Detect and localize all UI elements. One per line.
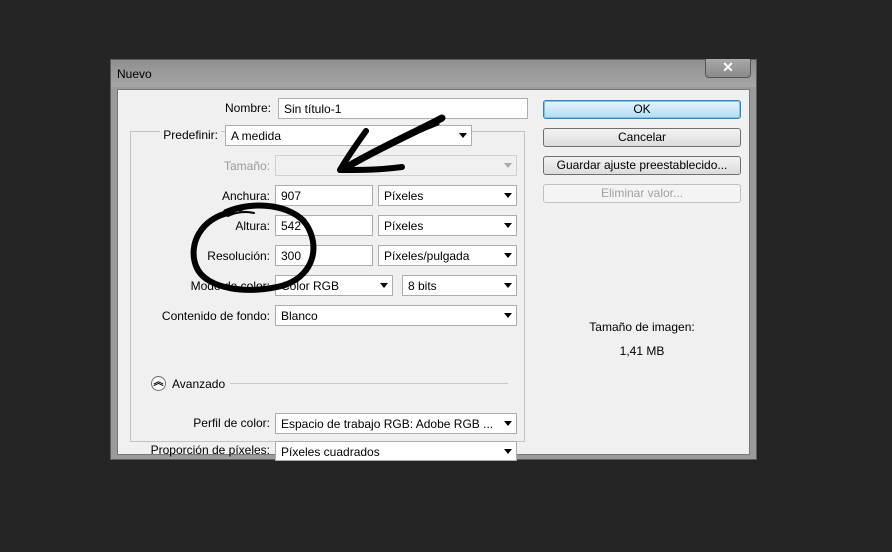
- avanzado-label[interactable]: Avanzado: [172, 377, 225, 391]
- chevron-down-icon: [380, 283, 388, 288]
- chevron-down-icon: [504, 421, 512, 426]
- cancel-button[interactable]: Cancelar: [543, 128, 741, 147]
- predefinir-value: A medida: [231, 129, 282, 143]
- resolucion-label: Resolución:: [207, 249, 270, 263]
- chevron-up-double-icon: ︽: [153, 377, 164, 388]
- dialog-title: Nuevo: [117, 67, 152, 81]
- perfil-color-label: Perfil de color:: [193, 416, 270, 430]
- tamano-label: Tamaño:: [223, 159, 270, 173]
- altura-input[interactable]: 542: [275, 215, 373, 236]
- anchura-value: 907: [281, 189, 302, 203]
- bits-select[interactable]: 8 bits: [402, 275, 517, 296]
- nombre-value: Sin título-1: [284, 102, 342, 116]
- nombre-label: Nombre:: [224, 101, 271, 115]
- contenido-fondo-value: Blanco: [281, 309, 318, 323]
- predefinir-label: Predefinir:: [160, 128, 221, 142]
- chevron-down-icon: [504, 449, 512, 454]
- altura-unit-select[interactable]: Píxeles: [378, 215, 517, 236]
- resolucion-input[interactable]: 300: [275, 245, 373, 266]
- resolucion-unit-select[interactable]: Píxeles/pulgada: [378, 245, 517, 266]
- chevron-down-icon: [504, 223, 512, 228]
- anchura-label: Anchura:: [221, 189, 270, 203]
- dialog-body: Nombre: Sin título-1 Predefinir: A medid…: [117, 89, 750, 461]
- modo-color-value: Color RGB: [281, 279, 340, 293]
- delete-preset-button: Eliminar valor...: [543, 184, 741, 203]
- modo-color-label: Modo de color:: [190, 279, 270, 293]
- perfil-color-value: Espacio de trabajo RGB: Adobe RGB ...: [281, 417, 494, 431]
- contenido-fondo-select[interactable]: Blanco: [275, 305, 517, 326]
- avanzado-divider: [230, 383, 508, 384]
- perfil-color-select[interactable]: Espacio de trabajo RGB: Adobe RGB ...: [275, 413, 517, 434]
- proporcion-pixeles-select[interactable]: Píxeles cuadrados: [275, 441, 517, 461]
- nombre-input[interactable]: Sin título-1: [278, 98, 528, 119]
- anchura-input[interactable]: 907: [275, 185, 373, 206]
- anchura-unit: Píxeles: [384, 189, 424, 203]
- bits-value: 8 bits: [408, 279, 437, 293]
- altura-label: Altura:: [235, 219, 270, 233]
- avanzado-toggle[interactable]: ︽: [151, 376, 166, 391]
- chevron-down-icon: [504, 253, 512, 258]
- resolucion-unit: Píxeles/pulgada: [384, 249, 470, 263]
- modo-color-select[interactable]: Color RGB: [275, 275, 393, 296]
- contenido-fondo-label: Contenido de fondo:: [161, 309, 270, 323]
- new-document-dialog: Nuevo ✕ Nombre: Sin título-1 Predefinir:…: [110, 59, 757, 461]
- chevron-down-icon: [504, 283, 512, 288]
- close-button[interactable]: ✕: [705, 59, 751, 78]
- altura-value: 542: [281, 219, 302, 233]
- title-bar[interactable]: Nuevo: [111, 60, 756, 87]
- chevron-down-icon: [504, 313, 512, 318]
- anchura-unit-select[interactable]: Píxeles: [378, 185, 517, 206]
- chevron-down-icon: [504, 193, 512, 198]
- chevron-down-icon: [504, 163, 512, 168]
- save-preset-button[interactable]: Guardar ajuste preestablecido...: [543, 156, 741, 175]
- resolucion-value: 300: [281, 249, 302, 263]
- ok-button[interactable]: OK: [543, 100, 741, 119]
- chevron-down-icon: [459, 133, 467, 138]
- image-size-label: Tamaño de imagen:: [589, 320, 695, 334]
- proporcion-pixeles-label: Proporción de píxeles:: [150, 443, 270, 457]
- tamano-select: [275, 155, 517, 176]
- proporcion-pixeles-value: Píxeles cuadrados: [281, 445, 380, 459]
- close-icon: ✕: [722, 59, 734, 75]
- predefinir-select[interactable]: A medida: [225, 125, 472, 146]
- altura-unit: Píxeles: [384, 219, 424, 233]
- image-size-value: 1,41 MB: [619, 344, 665, 358]
